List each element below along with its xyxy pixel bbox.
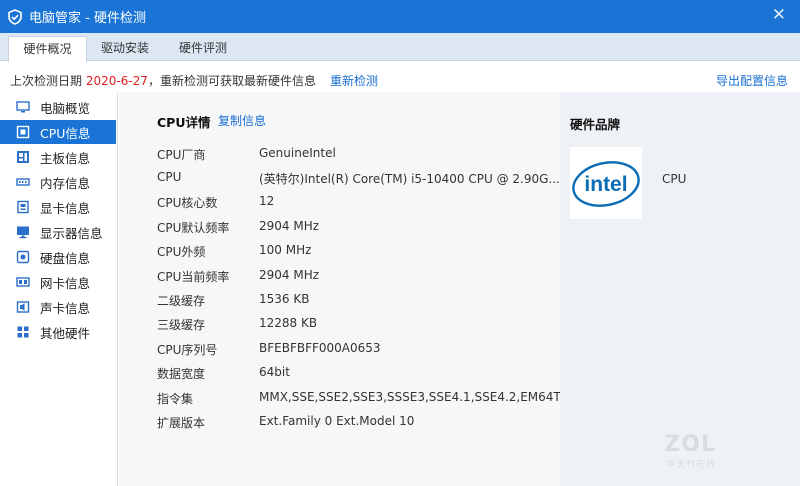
title-bar: 电脑管家 - 硬件检测 ✕: [0, 0, 800, 33]
intel-logo-icon: intel: [572, 161, 640, 207]
close-icon[interactable]: ✕: [772, 7, 786, 24]
motherboard-icon: [17, 151, 29, 163]
detail-key: 指令集: [157, 392, 194, 406]
detail-value: Ext.Family 0 Ext.Model 10: [259, 414, 415, 428]
detail-row-instruction-set: 指令集 MMX,SSE,SSE2,SSE3,SSSE3,SSE4.1,SSE4.2…: [157, 390, 561, 410]
sound-card-icon: [16, 301, 30, 313]
sidebar-item-graphics[interactable]: 显卡信息: [0, 195, 117, 219]
sidebar-item-motherboard[interactable]: 主板信息: [0, 145, 117, 169]
last-check-suffix: ，重新检测可获取最新硬件信息: [147, 74, 316, 88]
detail-row-vendor: CPU厂商 GenuineIntel: [157, 146, 557, 166]
detail-value: 64bit: [259, 365, 290, 379]
sidebar: 电脑概览 CPU信息 主板信息 内存信息 显卡信息 显示器信息 硬盘信息 网卡信…: [0, 92, 118, 486]
detail-row-l3-cache: 三级缓存 12288 KB: [157, 316, 557, 336]
last-check-prefix: 上次检测日期: [10, 74, 86, 88]
detail-key: CPU序列号: [157, 343, 218, 357]
detail-key: CPU厂商: [157, 148, 206, 162]
info-bar: 上次检测日期 2020-6-27，重新检测可获取最新硬件信息 重新检测 导出配置信…: [0, 62, 800, 92]
sidebar-item-label: 硬盘信息: [40, 250, 91, 266]
sidebar-item-label: 内存信息: [40, 175, 91, 191]
sidebar-item-memory[interactable]: 内存信息: [0, 170, 117, 194]
brand-item-label: CPU: [662, 172, 687, 186]
detail-value: BFEBFBFF000A0653: [259, 341, 381, 355]
detail-row-l2-cache: 二级缓存 1536 KB: [157, 292, 557, 312]
detail-value: 12288 KB: [259, 316, 318, 330]
detail-value: MMX,SSE,SSE2,SSE3,SSSE3,SSE4.1,SSE4.2,EM…: [259, 390, 561, 404]
monitor-overview-icon: [16, 101, 30, 113]
detail-value: 2904 MHz: [259, 268, 320, 282]
cpu-detail-panel: CPU详情 复制信息 CPU厂商 GenuineIntel CPU (英特尔)Int…: [119, 92, 561, 486]
sidebar-item-label: 主板信息: [40, 150, 91, 166]
sidebar-item-label: 网卡信息: [40, 275, 91, 291]
graphics-card-icon: [17, 200, 29, 214]
detail-row-current-freq: CPU当前频率 2904 MHz: [157, 268, 557, 288]
sidebar-item-label: 显示器信息: [40, 225, 103, 241]
recheck-link[interactable]: 重新检测: [330, 74, 378, 88]
last-check-message: 上次检测日期 2020-6-27，重新检测可获取最新硬件信息 重新检测: [10, 72, 378, 89]
detail-value: (英特尔)Intel(R) Core(TM) i5-10400 CPU @ 2.…: [259, 172, 560, 186]
svg-text:intel: intel: [584, 173, 627, 196]
detail-row-cpu: CPU (英特尔)Intel(R) Core(TM) i5-10400 CPU @…: [157, 170, 560, 190]
hardware-brand-panel: 硬件品牌 intel CPU: [560, 92, 800, 486]
detail-value: 1536 KB: [259, 292, 310, 306]
detail-key: 扩展版本: [157, 416, 206, 430]
detail-value: 100 MHz: [259, 243, 312, 257]
zol-watermark: ZOL: [664, 432, 716, 457]
sidebar-item-network[interactable]: 网卡信息: [0, 270, 117, 294]
export-config-link[interactable]: 导出配置信息: [716, 72, 788, 89]
sidebar-item-label: 电脑概览: [40, 100, 91, 116]
detail-row-default-freq: CPU默认频率 2904 MHz: [157, 219, 557, 239]
hardware-brand-title: 硬件品牌: [570, 117, 621, 132]
detail-row-serial: CPU序列号 BFEBFBFF000A0653: [157, 341, 557, 361]
detail-row-cores: CPU核心数 12: [157, 194, 557, 214]
tab-driver-install[interactable]: 驱动安装: [92, 36, 158, 61]
zol-watermark-subtext: 中关村在线: [665, 460, 716, 470]
detail-row-ext-version: 扩展版本 Ext.Family 0 Ext.Model 10: [157, 414, 557, 434]
detail-key: 三级缓存: [157, 318, 206, 332]
detail-key: CPU核心数: [157, 196, 218, 210]
detail-key: CPU: [157, 170, 182, 184]
detail-key: 二级缓存: [157, 294, 206, 308]
tab-hardware-benchmark[interactable]: 硬件评测: [170, 36, 236, 61]
sidebar-item-disk[interactable]: 硬盘信息: [0, 245, 117, 269]
detail-row-data-width: 数据宽度 64bit: [157, 365, 557, 385]
sidebar-item-label: 显卡信息: [40, 200, 91, 216]
detail-value: 12: [259, 194, 275, 208]
copy-info-link[interactable]: 复制信息: [218, 112, 266, 129]
cpu-icon: [16, 125, 30, 139]
detail-row-bus-freq: CPU外频 100 MHz: [157, 243, 557, 263]
shield-logo-icon: [8, 8, 22, 25]
sidebar-item-overview[interactable]: 电脑概览: [0, 95, 117, 119]
detail-value: 2904 MHz: [259, 219, 320, 233]
sidebar-item-sound[interactable]: 声卡信息: [0, 295, 117, 319]
sidebar-item-display[interactable]: 显示器信息: [0, 220, 117, 244]
display-icon: [17, 226, 29, 239]
network-card-icon: [16, 277, 30, 287]
disk-icon: [16, 250, 30, 264]
tab-hardware-overview[interactable]: 硬件概况: [8, 36, 87, 62]
cpu-detail-heading: CPU详情: [157, 115, 211, 130]
other-hardware-icon: [17, 326, 29, 338]
sidebar-item-cpu[interactable]: CPU信息: [0, 120, 116, 144]
sidebar-item-label: 声卡信息: [40, 300, 91, 316]
window-title: 电脑管家 - 硬件检测: [29, 11, 146, 26]
detail-key: CPU默认频率: [157, 221, 230, 235]
sidebar-item-other[interactable]: 其他硬件: [0, 320, 117, 344]
memory-icon: [16, 178, 30, 186]
sidebar-item-label: 其他硬件: [40, 325, 91, 341]
detail-key: 数据宽度: [157, 367, 206, 381]
detail-value: GenuineIntel: [259, 146, 336, 160]
sidebar-item-label: CPU信息: [40, 125, 91, 141]
detail-key: CPU当前频率: [157, 270, 230, 284]
detail-key: CPU外频: [157, 245, 206, 259]
tab-bar: 硬件概况 驱动安装 硬件评测: [0, 33, 800, 62]
last-check-date: 2020-6-27: [85, 74, 148, 88]
intel-logo: intel: [570, 147, 642, 219]
